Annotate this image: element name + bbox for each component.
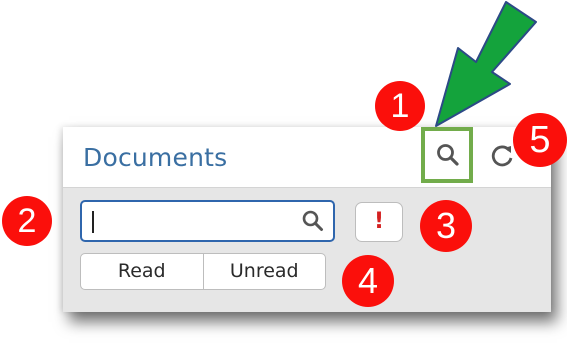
text-caret: [92, 211, 94, 233]
read-filter-toggle: Read Unread: [80, 253, 326, 290]
panel-header: Documents: [63, 127, 551, 188]
annotated-screenshot: Documents ! Read Unread 1 2 3 4 5: [0, 0, 567, 345]
search-icon[interactable]: [301, 209, 325, 233]
callout-badge: 5: [513, 113, 567, 167]
search-icon[interactable]: [435, 142, 461, 168]
refresh-icon[interactable]: [487, 141, 517, 171]
callout-badge: 1: [375, 81, 425, 131]
panel-title: Documents: [83, 143, 228, 172]
documents-panel: Documents ! Read Unread: [63, 127, 551, 312]
green-arrow-icon: [435, 1, 537, 127]
read-filter-button[interactable]: Read: [81, 254, 203, 289]
callout-badge: 4: [342, 255, 394, 307]
callout-badge: 3: [420, 200, 472, 252]
priority-filter-button[interactable]: !: [355, 202, 403, 242]
unread-filter-button[interactable]: Unread: [202, 254, 326, 289]
highlight-box: [421, 127, 473, 183]
search-input[interactable]: [90, 206, 294, 238]
search-field[interactable]: [80, 200, 335, 242]
callout-badge: 2: [2, 196, 52, 246]
